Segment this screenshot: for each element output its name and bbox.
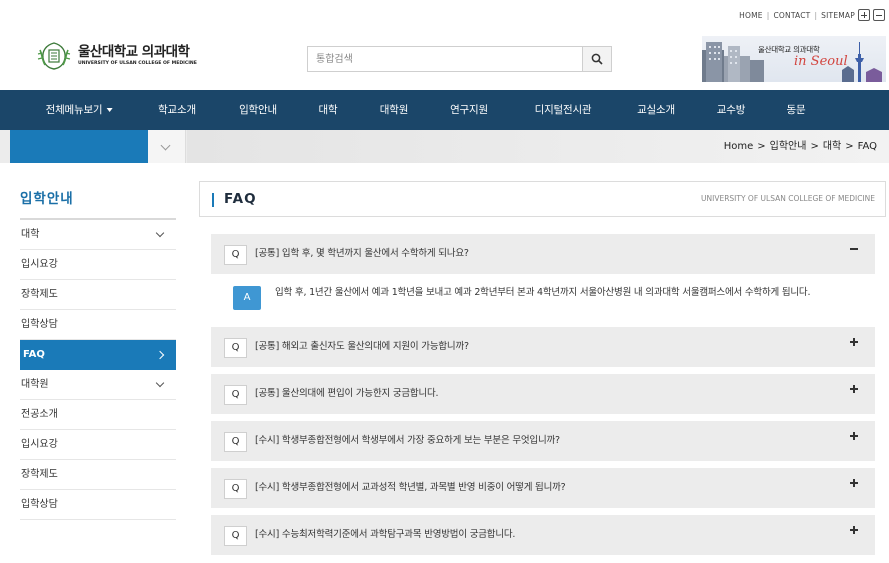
sitemap-link[interactable]: SITEMAP xyxy=(821,11,855,20)
page-title: FAQ xyxy=(224,191,257,207)
breadcrumb-separator: > xyxy=(810,141,819,152)
question-badge: Q xyxy=(224,245,247,265)
breadcrumb-separator: > xyxy=(845,141,854,152)
nav-digital-exhibition[interactable]: 디지털전시관 xyxy=(535,90,592,130)
sidebar-item-admission-guide[interactable]: 입시요강 xyxy=(20,250,176,280)
question-badge: Q xyxy=(224,385,247,405)
breadcrumb-home[interactable]: Home xyxy=(724,141,754,152)
nav-departments[interactable]: 교실소개 xyxy=(637,90,675,130)
page-subtitle: UNIVERSITY OF ULSAN COLLEGE OF MEDICINE xyxy=(701,194,875,203)
search-button[interactable] xyxy=(582,47,611,71)
utility-separator: | xyxy=(814,10,818,20)
answer-badge: A xyxy=(233,286,261,310)
sidebar-item-grad-scholarship[interactable]: 장학제도 xyxy=(20,460,176,490)
breadcrumb-separator: > xyxy=(757,141,766,152)
faq-answer-1: A 입학 후, 1년간 울산에서 예과 1학년을 보내고 예과 2학년부터 본과… xyxy=(211,275,875,323)
plus-icon[interactable] xyxy=(849,384,859,394)
chevron-right-icon xyxy=(155,350,165,360)
faq-question-1[interactable]: Q [공통] 입학 후, 몇 학년까지 울산에서 수학하게 되나요? xyxy=(211,234,875,274)
zoom-in-icon[interactable] xyxy=(858,9,870,21)
plus-icon[interactable] xyxy=(849,525,859,535)
search-input[interactable] xyxy=(308,47,582,71)
faq-question-6[interactable]: Q [수시] 수능최저학력기준에서 과학탐구과목 반영방법이 궁금합니다. xyxy=(211,515,875,555)
nav-admissions[interactable]: 입학안내 xyxy=(239,90,277,130)
sidebar-item-consultation[interactable]: 입학상담 xyxy=(20,310,176,340)
chevron-down-icon xyxy=(155,378,165,388)
answer-text: 입학 후, 1년간 울산에서 예과 1학년을 보내고 예과 2학년부터 본과 4… xyxy=(275,287,811,298)
sidebar: 입학안내 대학 입시요강 장학제도 입학상담 FAQ 대학원 전공소개 입시요강… xyxy=(20,180,176,520)
question-text: [수시] 학생부종합전형에서 교과성적 학년별, 과목별 반영 비중이 어떻게 … xyxy=(255,482,566,493)
question-badge: Q xyxy=(224,432,247,452)
breadcrumb-area: Home > 입학안내 > 대학 > FAQ xyxy=(187,130,889,163)
sidebar-item-grad-consultation[interactable]: 입학상담 xyxy=(20,490,176,520)
banner-script-text: in Seoul xyxy=(794,54,848,69)
university-emblem-icon xyxy=(37,42,71,70)
caret-down-icon xyxy=(106,108,113,112)
nav-college[interactable]: 대학 xyxy=(319,90,338,130)
search-icon xyxy=(591,53,603,65)
home-link[interactable]: HOME xyxy=(739,11,763,20)
sidebar-title: 입학안내 xyxy=(20,180,176,220)
faq-question-4[interactable]: Q [수시] 학생부종합전형에서 학생부에서 가장 중요하게 보는 부분은 무엇… xyxy=(211,421,875,461)
sidebar-item-grad-admission-guide[interactable]: 입시요강 xyxy=(20,430,176,460)
question-badge: Q xyxy=(224,526,247,546)
sidebar-item-label: 대학 xyxy=(21,229,40,240)
nav-about[interactable]: 학교소개 xyxy=(158,90,196,130)
nav-all-menu-label: 전체메뉴보기 xyxy=(45,104,103,116)
section-label-block xyxy=(10,130,148,163)
nav-graduate-school[interactable]: 대학원 xyxy=(380,90,409,130)
question-text: [수시] 학생부종합전형에서 학생부에서 가장 중요하게 보는 부분은 무엇입니… xyxy=(255,435,560,446)
plus-icon[interactable] xyxy=(849,478,859,488)
sidebar-item-label: FAQ xyxy=(23,349,45,360)
question-text: [공통] 울산의대에 편입이 가능한지 궁금합니다. xyxy=(255,388,439,399)
main-navigation: 전체메뉴보기 학교소개 입학안내 대학 대학원 연구지원 디지털전시관 교실소개… xyxy=(0,90,889,130)
logo-english-text: UNIVERSITY OF ULSAN COLLEGE OF MEDICINE xyxy=(78,61,197,66)
chevron-down-icon xyxy=(155,228,165,238)
sidebar-item-faq[interactable]: FAQ xyxy=(20,340,176,370)
university-logo[interactable]: 울산대학교 의과대학 UNIVERSITY OF ULSAN COLLEGE O… xyxy=(36,40,197,72)
utility-links: HOME | CONTACT | SITEMAP xyxy=(739,9,885,21)
sidebar-item-scholarship[interactable]: 장학제도 xyxy=(20,280,176,310)
logo-korean-text: 울산대학교 의과대학 xyxy=(78,44,190,60)
sidebar-item-college[interactable]: 대학 xyxy=(20,220,176,250)
breadcrumb: Home > 입학안내 > 대학 > FAQ xyxy=(724,130,877,163)
breadcrumb-admissions[interactable]: 입학안내 xyxy=(770,141,807,152)
faq-question-3[interactable]: Q [공통] 울산의대에 편입이 가능한지 궁금합니다. xyxy=(211,374,875,414)
question-badge: Q xyxy=(224,338,247,358)
sidebar-item-majors[interactable]: 전공소개 xyxy=(20,400,176,430)
search-box xyxy=(307,46,612,72)
sidebar-item-graduate-school[interactable]: 대학원 xyxy=(20,370,176,400)
faq-question-5[interactable]: Q [수시] 학생부종합전형에서 교과성적 학년별, 과목별 반영 비중이 어떻… xyxy=(211,468,875,508)
minus-icon[interactable] xyxy=(849,244,859,254)
zoom-out-icon[interactable] xyxy=(873,9,885,21)
section-dropdown-toggle[interactable] xyxy=(148,130,186,163)
sub-header-bar: Home > 입학안내 > 대학 > FAQ xyxy=(0,130,889,163)
question-badge: Q xyxy=(224,479,247,499)
contact-link[interactable]: CONTACT xyxy=(773,11,810,20)
nav-faculty[interactable]: 교수방 xyxy=(717,90,746,130)
question-text: [공통] 해외고 출신자도 울산의대에 지원이 가능합니까? xyxy=(255,341,469,352)
question-text: [수시] 수능최저학력기준에서 과학탐구과목 반영방법이 궁금합니다. xyxy=(255,529,516,540)
question-text: [공통] 입학 후, 몇 학년까지 울산에서 수학하게 되나요? xyxy=(255,248,469,259)
plus-icon[interactable] xyxy=(849,431,859,441)
breadcrumb-college[interactable]: 대학 xyxy=(823,141,841,152)
content-header: FAQ UNIVERSITY OF ULSAN COLLEGE OF MEDIC… xyxy=(199,181,886,217)
seoul-campus-banner[interactable]: 울산대학교 의과대학 in Seoul xyxy=(702,36,886,82)
nav-research-support[interactable]: 연구지원 xyxy=(450,90,488,130)
utility-separator: | xyxy=(766,10,770,20)
title-accent-bar xyxy=(212,193,214,207)
nav-alumni[interactable]: 동문 xyxy=(787,90,806,130)
nav-all-menu[interactable]: 전체메뉴보기 xyxy=(46,90,113,130)
sidebar-item-label: 대학원 xyxy=(21,379,49,390)
plus-icon[interactable] xyxy=(849,337,859,347)
breadcrumb-faq[interactable]: FAQ xyxy=(858,141,877,152)
faq-question-2[interactable]: Q [공통] 해외고 출신자도 울산의대에 지원이 가능합니까? xyxy=(211,327,875,367)
